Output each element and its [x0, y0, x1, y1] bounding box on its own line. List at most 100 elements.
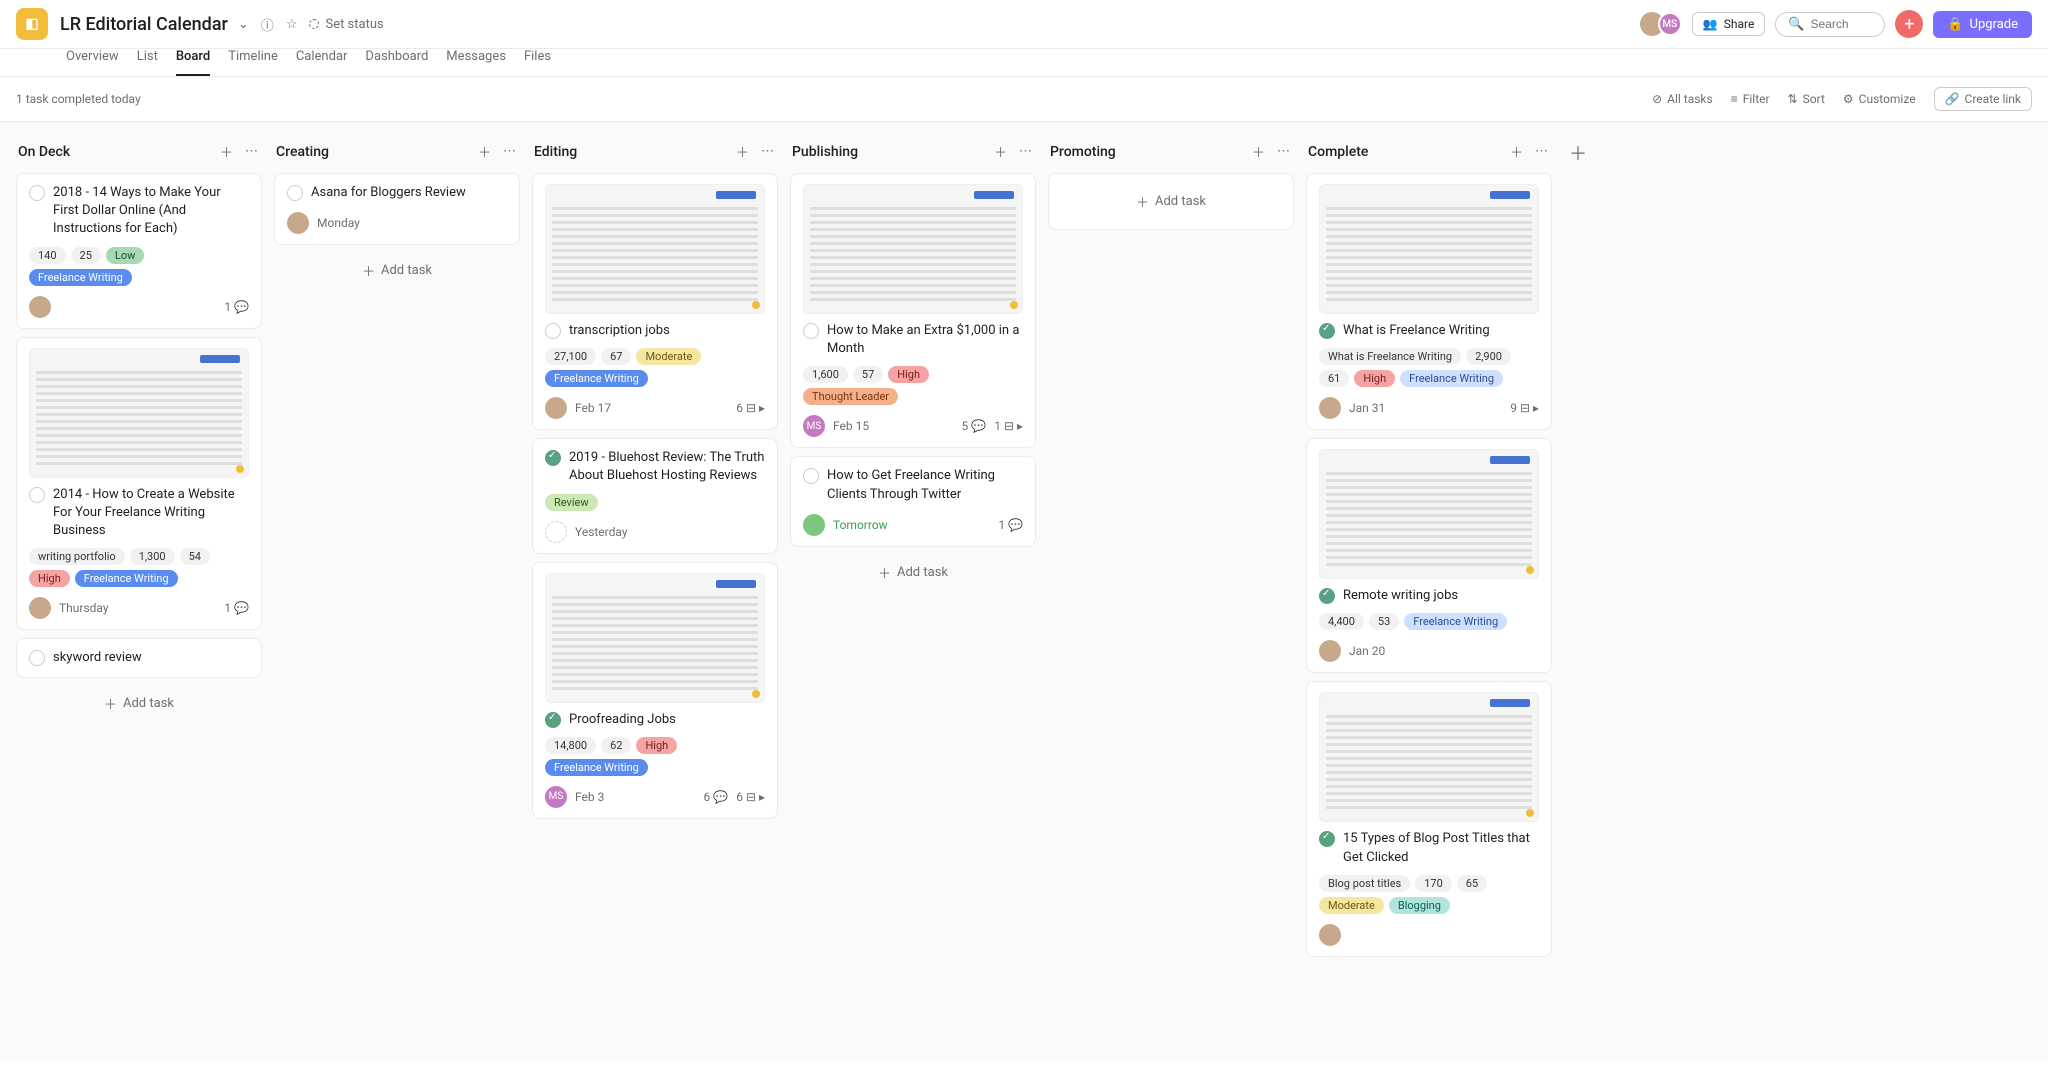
tab-overview[interactable]: Overview — [66, 43, 119, 76]
filter-button[interactable]: ≡ Filter — [1731, 92, 1770, 106]
tag[interactable]: Freelance Writing — [75, 570, 178, 587]
create-link-button[interactable]: 🔗 Create link — [1934, 87, 2032, 111]
complete-toggle[interactable] — [29, 487, 45, 503]
complete-toggle[interactable] — [545, 450, 561, 466]
tag[interactable]: 61 — [1319, 370, 1349, 387]
tag[interactable]: What is Freelance Writing — [1319, 348, 1461, 365]
tag[interactable]: High — [636, 737, 677, 754]
assignee-avatar[interactable] — [1319, 640, 1341, 662]
tag[interactable]: Review — [545, 494, 598, 511]
complete-toggle[interactable] — [1319, 323, 1335, 339]
upgrade-button[interactable]: 🔒 Upgrade — [1933, 11, 2032, 38]
complete-toggle[interactable] — [545, 712, 561, 728]
assignee-avatar[interactable] — [29, 296, 51, 318]
tag[interactable]: 53 — [1369, 613, 1399, 630]
complete-toggle[interactable] — [1319, 588, 1335, 604]
add-card-icon[interactable]: ＋ — [218, 140, 235, 163]
task-card[interactable]: 2018 - 14 Ways to Make Your First Dollar… — [16, 173, 262, 329]
tab-board[interactable]: Board — [176, 43, 210, 76]
tag[interactable]: Moderate — [636, 348, 701, 365]
add-card-icon[interactable]: ＋ — [476, 140, 493, 163]
tag[interactable]: 65 — [1457, 875, 1487, 892]
tag[interactable]: 62 — [601, 737, 631, 754]
assignee-avatar[interactable] — [545, 397, 567, 419]
tag[interactable]: Moderate — [1319, 897, 1384, 914]
add-column-button[interactable]: ＋ — [1564, 136, 1592, 1047]
tag[interactable]: Freelance Writing — [1404, 613, 1507, 630]
tag[interactable]: Freelance Writing — [29, 269, 132, 286]
assignee-avatar[interactable] — [287, 212, 309, 234]
add-card-icon[interactable]: ＋ — [1250, 140, 1267, 163]
column-menu-icon[interactable]: ⋯ — [759, 142, 776, 161]
tag[interactable]: 57 — [853, 366, 883, 383]
tag[interactable]: Blog post titles — [1319, 875, 1410, 892]
tag[interactable]: 4,400 — [1319, 613, 1364, 630]
customize-button[interactable]: ⚙ Customize — [1843, 92, 1916, 106]
task-card[interactable]: How to Make an Extra $1,000 in a Month 1… — [790, 173, 1036, 448]
add-task-button[interactable]: ＋ Add task — [790, 555, 1036, 590]
tag[interactable]: 27,100 — [545, 348, 596, 365]
tab-dashboard[interactable]: Dashboard — [365, 43, 428, 76]
member-stack[interactable]: MS — [1640, 12, 1682, 36]
tab-timeline[interactable]: Timeline — [228, 43, 278, 76]
tag[interactable]: 14,800 — [545, 737, 596, 754]
add-card-icon[interactable]: ＋ — [1508, 140, 1525, 163]
task-card[interactable]: transcription jobs 27,10067ModerateFreel… — [532, 173, 778, 430]
add-task-empty[interactable]: ＋ Add task — [1048, 173, 1294, 230]
task-card[interactable]: 2019 - Bluehost Review: The Truth About … — [532, 438, 778, 553]
assignee-avatar[interactable]: MS — [803, 415, 825, 437]
tag[interactable]: 1,600 — [803, 366, 848, 383]
tag[interactable]: Blogging — [1389, 897, 1450, 914]
add-task-button[interactable]: ＋ Add task — [274, 253, 520, 288]
complete-toggle[interactable] — [29, 185, 45, 201]
task-card[interactable]: What is Freelance Writing What is Freela… — [1306, 173, 1552, 430]
set-status-button[interactable]: Set status — [309, 17, 383, 32]
column-menu-icon[interactable]: ⋯ — [243, 142, 260, 161]
task-card[interactable]: skyword review — [16, 638, 262, 678]
member-avatar-2[interactable]: MS — [1658, 12, 1682, 36]
task-card[interactable]: How to Get Freelance Writing Clients Thr… — [790, 456, 1036, 546]
assignee-avatar[interactable]: MS — [545, 786, 567, 808]
complete-toggle[interactable] — [287, 185, 303, 201]
sort-button[interactable]: ⇅ Sort — [1788, 92, 1825, 106]
tag[interactable]: High — [1354, 370, 1395, 387]
tag[interactable]: High — [29, 570, 70, 587]
tag[interactable]: Freelance Writing — [545, 759, 648, 776]
assignee-avatar[interactable] — [1319, 924, 1341, 946]
tag[interactable]: High — [888, 366, 929, 383]
tag[interactable]: 1,300 — [130, 548, 175, 565]
task-card[interactable]: Asana for Bloggers Review Monday — [274, 173, 520, 245]
task-card[interactable]: 2014 - How to Create a Website For Your … — [16, 337, 262, 631]
tag[interactable]: 54 — [180, 548, 210, 565]
share-button[interactable]: 👥 Share — [1692, 12, 1766, 36]
tag[interactable]: 25 — [71, 247, 101, 264]
chevron-down-icon[interactable]: ⌄ — [238, 17, 249, 32]
search-box[interactable]: 🔍 — [1775, 12, 1885, 37]
complete-toggle[interactable] — [1319, 831, 1335, 847]
tag[interactable]: Thought Leader — [803, 388, 898, 405]
assignee-avatar[interactable] — [545, 521, 567, 543]
tag[interactable]: Freelance Writing — [1400, 370, 1503, 387]
complete-toggle[interactable] — [29, 650, 45, 666]
task-card[interactable]: 15 Types of Blog Post Titles that Get Cl… — [1306, 681, 1552, 956]
column-menu-icon[interactable]: ⋯ — [1533, 142, 1550, 161]
tab-list[interactable]: List — [137, 43, 158, 76]
tab-messages[interactable]: Messages — [446, 43, 506, 76]
complete-toggle[interactable] — [803, 468, 819, 484]
task-card[interactable]: Remote writing jobs 4,40053Freelance Wri… — [1306, 438, 1552, 673]
add-card-icon[interactable]: ＋ — [992, 140, 1009, 163]
add-task-button[interactable]: ＋ Add task — [16, 686, 262, 721]
tag[interactable]: 140 — [29, 247, 66, 264]
tag[interactable]: 170 — [1415, 875, 1452, 892]
column-menu-icon[interactable]: ⋯ — [501, 142, 518, 161]
tab-calendar[interactable]: Calendar — [296, 43, 348, 76]
assignee-avatar[interactable] — [803, 514, 825, 536]
task-card[interactable]: Proofreading Jobs 14,80062HighFreelance … — [532, 562, 778, 819]
column-menu-icon[interactable]: ⋯ — [1275, 142, 1292, 161]
assignee-avatar[interactable] — [29, 597, 51, 619]
assignee-avatar[interactable] — [1319, 397, 1341, 419]
add-card-icon[interactable]: ＋ — [734, 140, 751, 163]
search-input[interactable] — [1811, 17, 1881, 31]
star-icon[interactable]: ☆ — [286, 17, 298, 32]
complete-toggle[interactable] — [803, 323, 819, 339]
